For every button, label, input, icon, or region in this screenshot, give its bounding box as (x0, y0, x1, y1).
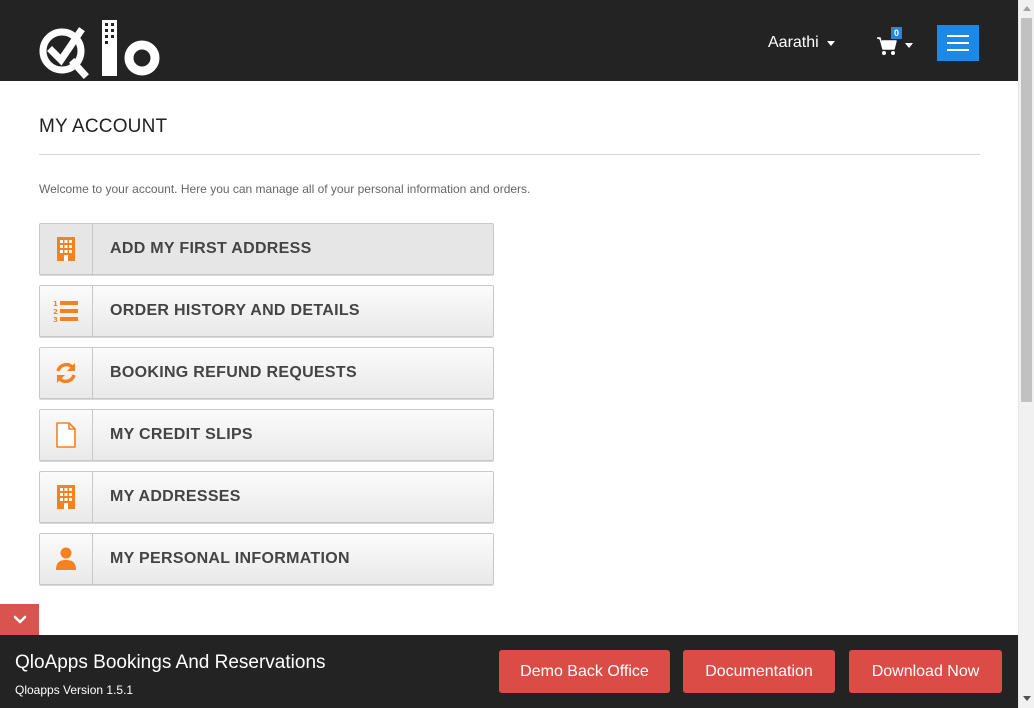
cart-count-badge: 0 (891, 27, 902, 39)
shopping-cart-icon (877, 37, 897, 55)
hamburger-bar (947, 49, 969, 51)
caret-down-icon (826, 40, 835, 46)
user-menu[interactable]: Aarathi (768, 34, 835, 52)
qlo-logo[interactable] (38, 18, 166, 80)
account-menu-list: ADD MY FIRST ADDRESS 1 2 3 ORDER HISTORY… (39, 223, 494, 595)
demo-title: QloApps Bookings And Reservations (15, 652, 326, 673)
item-label: MY CREDIT SLIPS (110, 426, 253, 443)
icon-cell: 1 2 3 (40, 286, 93, 336)
page-scrollbar[interactable] (1018, 0, 1034, 708)
hamburger-bar (947, 42, 969, 44)
icon-cell (40, 224, 93, 274)
user-name: Aarathi (768, 34, 819, 51)
svg-text:2: 2 (53, 308, 58, 316)
refresh-icon (56, 362, 76, 384)
icon-cell (40, 348, 93, 398)
demo-back-office-button[interactable]: Demo Back Office (499, 650, 670, 693)
scroll-up-arrow-icon[interactable] (1023, 6, 1031, 11)
building-icon (57, 237, 75, 261)
documentation-button[interactable]: Documentation (683, 650, 835, 693)
user-icon (56, 547, 76, 570)
icon-cell (40, 472, 93, 522)
svg-text:1: 1 (53, 300, 58, 308)
ordered-list-icon: 1 2 3 (53, 300, 78, 323)
icon-cell (40, 534, 93, 584)
personal-information-link[interactable]: MY PERSONAL INFORMATION (39, 533, 494, 585)
item-label: ADD MY FIRST ADDRESS (110, 240, 312, 257)
order-history-link[interactable]: 1 2 3 ORDER HISTORY AND DETAILS (39, 285, 494, 337)
item-label: MY ADDRESSES (110, 488, 241, 505)
demo-footer-bar: QloApps Bookings And Reservations Qloapp… (0, 635, 1018, 708)
demo-version: Qloapps Version 1.5.1 (15, 683, 134, 697)
file-icon (56, 422, 76, 448)
item-label: ORDER HISTORY AND DETAILS (110, 302, 360, 319)
title-divider (39, 154, 980, 155)
booking-refund-requests-link[interactable]: BOOKING REFUND REQUESTS (39, 347, 494, 399)
cart-button[interactable]: 0 (876, 27, 916, 57)
chevron-down-icon (13, 615, 26, 623)
svg-text:3: 3 (53, 316, 58, 323)
item-label: BOOKING REFUND REQUESTS (110, 364, 357, 381)
building-icon (57, 485, 75, 509)
credit-slips-link[interactable]: MY CREDIT SLIPS (39, 409, 494, 461)
page-title: MY ACCOUNT (39, 116, 168, 137)
welcome-text: Welcome to your account. Here you can ma… (39, 182, 531, 196)
scroll-down-arrow-icon[interactable] (1023, 696, 1031, 701)
hamburger-bar (947, 35, 969, 37)
demo-bar-toggle-button[interactable] (0, 604, 39, 635)
add-first-address-link[interactable]: ADD MY FIRST ADDRESS (39, 223, 494, 275)
download-now-button[interactable]: Download Now (849, 650, 1002, 693)
scrollbar-thumb[interactable] (1021, 18, 1032, 402)
hamburger-menu-button[interactable] (937, 25, 979, 61)
item-label: MY PERSONAL INFORMATION (110, 550, 350, 567)
caret-down-icon (905, 43, 913, 48)
icon-cell (40, 410, 93, 460)
site-header: Aarathi 0 (0, 0, 1018, 81)
my-addresses-link[interactable]: MY ADDRESSES (39, 471, 494, 523)
